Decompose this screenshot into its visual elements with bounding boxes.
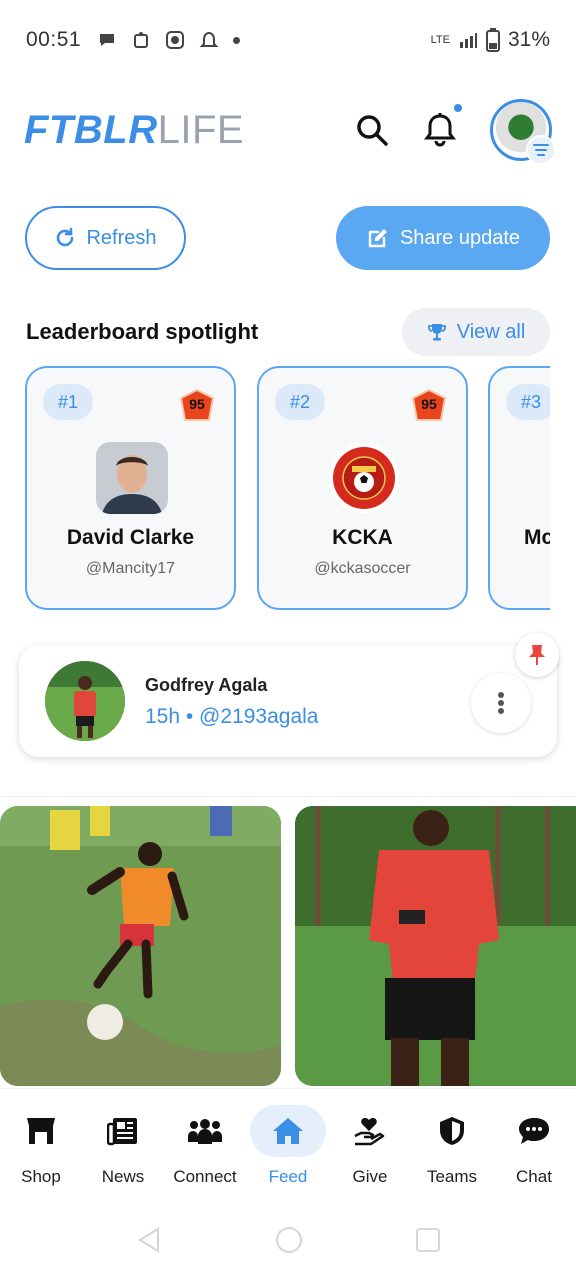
give-icon: [332, 1105, 408, 1157]
more-vertical-icon: [498, 692, 504, 714]
rank-badge: #1: [43, 384, 93, 420]
notifications-button[interactable]: [422, 104, 462, 148]
share-update-label: Share update: [399, 226, 521, 249]
player-photo: [96, 442, 168, 514]
nav-label: Teams: [426, 1167, 478, 1186]
nav-news[interactable]: News: [82, 1105, 164, 1195]
player-name: Mc: [524, 526, 550, 549]
nav-chat[interactable]: Chat: [493, 1105, 575, 1195]
shield-icon: [414, 1105, 490, 1157]
chat-icon: [496, 1105, 572, 1157]
back-icon[interactable]: [134, 1225, 164, 1255]
player-name: KCKA: [332, 526, 393, 549]
shop-icon: [3, 1105, 79, 1157]
rank-badge: #3: [506, 384, 550, 420]
team-logo: [328, 442, 400, 514]
rank-badge: #2: [275, 384, 325, 420]
post-author[interactable]: Godfrey Agala: [145, 675, 267, 696]
notification-icons: [97, 30, 241, 50]
chat-notification-icon: [97, 30, 117, 50]
action-bar: Refresh Share update: [0, 206, 576, 270]
trophy-icon: [427, 324, 446, 341]
author-avatar[interactable]: [45, 661, 125, 741]
app-notification-icon: [199, 30, 219, 50]
leaderboard-title: Leaderboard spotlight: [26, 319, 259, 344]
player-handle: @Mancity17: [85, 560, 176, 577]
connect-icon: [167, 1105, 243, 1157]
news-icon: [85, 1105, 161, 1157]
bottom-navigation: Shop News Connect Feed Give Teams Chat: [0, 1088, 576, 1200]
status-right: LTE 31%: [431, 28, 550, 52]
nav-shop[interactable]: Shop: [0, 1105, 82, 1195]
battery-icon: [485, 28, 500, 52]
app-logo[interactable]: FTBLRLIFE: [24, 108, 244, 153]
system-navigation: [0, 1200, 576, 1280]
nav-feed[interactable]: Feed: [247, 1105, 329, 1195]
view-all-label: View all: [456, 320, 526, 343]
score-badge: 95: [410, 388, 448, 426]
divider: [0, 796, 576, 797]
network-label: LTE: [430, 34, 450, 46]
score-badge: 95: [178, 388, 216, 426]
home-icon: [250, 1105, 326, 1157]
notification-dot: [454, 104, 462, 112]
status-time: 00:51: [26, 28, 82, 51]
app-notification-icon: [131, 30, 151, 50]
more-notifications-dot: [233, 36, 241, 44]
app-notification-icon: [165, 30, 185, 50]
leaderboard-carousel[interactable]: #1 95 David Clarke @Mancity17 #2 95 KCKA…: [25, 366, 550, 610]
home-system-icon[interactable]: [274, 1225, 304, 1255]
leaderboard-card[interactable]: #3 Mc: [488, 366, 550, 610]
post-meta[interactable]: 15h • @2193agala: [145, 705, 318, 729]
score-value: 95: [421, 396, 437, 412]
view-all-button[interactable]: View all: [402, 308, 550, 356]
battery-percent: 31%: [507, 28, 550, 51]
refresh-label: Refresh: [86, 226, 157, 249]
bell-icon: [424, 113, 456, 147]
leaderboard-header: Leaderboard spotlight View all: [0, 308, 576, 356]
nav-label: Chat: [516, 1167, 552, 1186]
profile-avatar-button[interactable]: [490, 99, 556, 165]
signal-icon: [459, 33, 477, 48]
pin-icon: [529, 645, 545, 665]
nav-label: Connect: [173, 1167, 237, 1186]
search-button[interactable]: [354, 112, 390, 148]
leaderboard-card[interactable]: #2 95 KCKA @kckasoccer: [257, 366, 468, 610]
refresh-button[interactable]: Refresh: [25, 206, 186, 270]
status-bar: 00:51 LTE 31%: [0, 0, 576, 80]
nav-teams[interactable]: Teams: [411, 1105, 493, 1195]
nav-give[interactable]: Give: [329, 1105, 411, 1195]
post-card[interactable]: Godfrey Agala 15h • @2193agala: [19, 633, 559, 757]
menu-icon[interactable]: [526, 135, 556, 165]
recents-icon[interactable]: [414, 1226, 442, 1254]
leaderboard-card[interactable]: #1 95 David Clarke @Mancity17: [25, 366, 236, 610]
post-options-button[interactable]: [471, 673, 531, 733]
player-handle: @kckasoccer: [314, 560, 411, 577]
post-image[interactable]: [295, 806, 576, 1086]
logo-light-text: LIFE: [157, 107, 245, 152]
edit-icon: [368, 229, 387, 248]
search-icon: [357, 115, 388, 146]
pin-button[interactable]: [515, 633, 559, 677]
nav-label: Give: [352, 1167, 388, 1186]
share-update-button[interactable]: Share update: [336, 206, 550, 270]
nav-label: News: [101, 1167, 145, 1186]
score-value: 95: [189, 396, 205, 412]
refresh-icon: [57, 227, 74, 247]
player-name: David Clarke: [66, 526, 195, 549]
nav-label: Shop: [21, 1167, 61, 1186]
nav-label: Feed: [268, 1167, 308, 1186]
logo-bold-text: FTBLR: [24, 107, 158, 152]
app-header: FTBLRLIFE: [0, 92, 576, 168]
post-image[interactable]: [0, 806, 281, 1086]
nav-connect[interactable]: Connect: [164, 1105, 246, 1195]
